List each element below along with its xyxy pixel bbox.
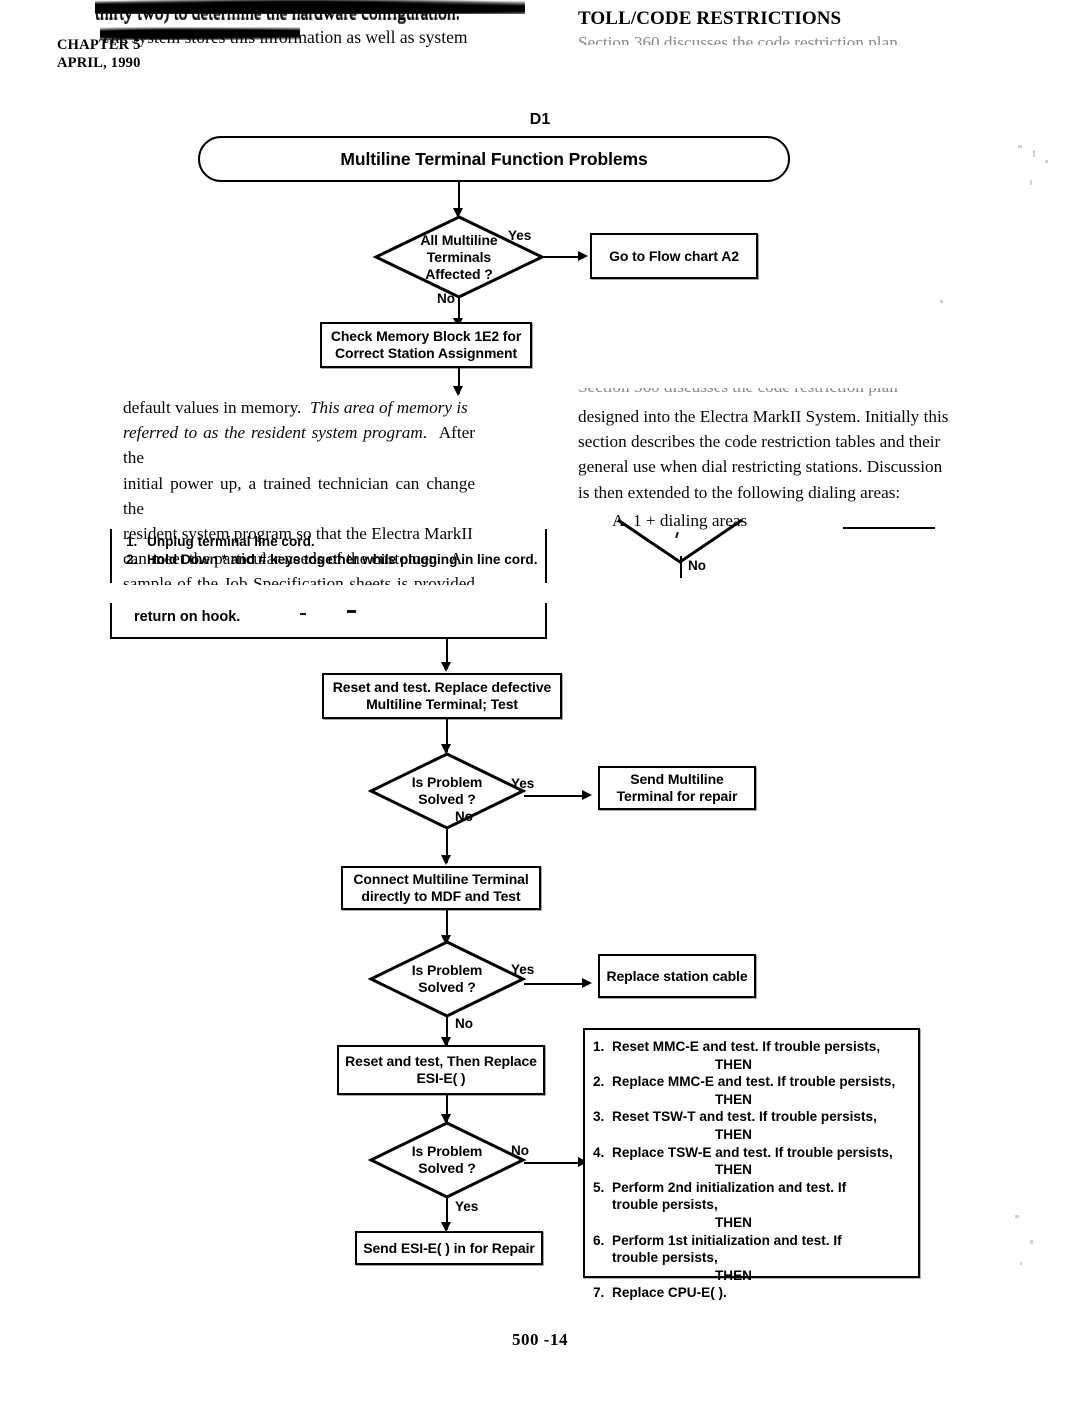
connector [524, 1162, 582, 1164]
then-label: THEN [714, 1267, 752, 1283]
note-box-return-on-hook: return on hook. [110, 603, 547, 639]
edge-label-yes-3: Yes [511, 962, 535, 977]
body-line: designed into the Electra MarkII System.… [578, 407, 949, 426]
right-body-line-clipped: Section 360 discusses the code restricti… [578, 388, 1030, 401]
flowchart-title: Multiline Terminal Function Problems [340, 148, 648, 169]
decision-is-problem-solved-2: Is Problem Solved ? [367, 940, 527, 1018]
arrowhead [582, 790, 592, 800]
chapter-label: CHAPTER 5 [57, 37, 141, 53]
horizontal-rule-artifact [843, 527, 935, 529]
scan-smudge [95, 0, 525, 14]
then-label: THEN [714, 1091, 752, 1107]
body-line: general use when dial restricting statio… [578, 457, 943, 477]
note-box-unplug-instructions: 1. Unplug terminal line cord. 2. Hold Do… [110, 529, 547, 583]
connector [524, 795, 586, 797]
scan-speck [940, 300, 943, 303]
date-label: APRIL, 1990 [57, 55, 141, 71]
body-line: referred to as the resident system progr… [123, 423, 476, 468]
send-esi-for-repair-box: Send ESI-E( ) in for Repair [355, 1231, 543, 1265]
chart-id-label: D1 [529, 111, 551, 128]
connector [541, 256, 582, 258]
document-page: thirty two) to determine the hardware co… [0, 0, 1080, 1407]
then-label: THEN [714, 1214, 752, 1230]
scan-speck [1033, 150, 1035, 157]
body-line: default values in memory. This area of m… [123, 398, 468, 417]
procedure-item: 6. Perform 1st initialization and test. … [593, 1232, 842, 1266]
flowchart-start-terminator: Multiline Terminal Function Problems [198, 136, 790, 182]
replace-station-cable-box: Replace station cable [598, 954, 756, 998]
note-text: return on hook. [134, 609, 241, 625]
edge-label-no-2: No [455, 809, 473, 824]
decision-is-problem-solved-3: Is Problem Solved ? [367, 1121, 527, 1199]
then-label: THEN [714, 1162, 752, 1178]
scan-speck [1045, 160, 1048, 163]
edge-label-no-4: No [511, 1143, 529, 1158]
edge-label-yes-4: Yes [455, 1199, 479, 1214]
procedure-item: 7. Replace CPU-E( ). [593, 1285, 727, 1301]
scan-speck [1030, 180, 1032, 185]
toll-faded-line: Section 360 discusses the code restricti… [578, 33, 898, 45]
procedure-steps-panel: 1. Reset MMC-E and test. If trouble pers… [583, 1028, 920, 1300]
connector [524, 983, 586, 985]
list-item: 2. Hold Down * and # keys together while… [126, 551, 538, 567]
edge-label-yes-1: Yes [508, 228, 532, 243]
arrowhead [578, 251, 588, 261]
body-line: initial power up, a trained technician c… [123, 473, 475, 518]
list-item: 1. Unplug terminal line cord. [126, 534, 315, 549]
scan-speck [523, 556, 526, 559]
edge-label-yes-2: Yes [511, 776, 535, 791]
then-label: THEN [714, 1056, 752, 1072]
edge-label-no-artifact: No [688, 558, 706, 573]
procedure-item: 2. Replace MMC-E and test. If trouble pe… [593, 1074, 896, 1090]
arrowhead [441, 662, 451, 672]
arrowhead [441, 855, 451, 865]
edge-label-no-3: No [455, 1016, 473, 1031]
connect-multiline-mdf-box: Connect Multiline Terminal directly to M… [341, 866, 541, 910]
scan-speck [1030, 1240, 1033, 1244]
connector [680, 556, 682, 578]
scan-speck [1015, 1215, 1019, 1218]
procedure-item: 5. Perform 2nd initialization and test. … [593, 1179, 847, 1213]
send-multiline-terminal-repair-box: Send Multiline Terminal for repair [598, 766, 756, 810]
reset-test-replace-defective-box: Reset and test. Replace defective Multil… [322, 673, 562, 719]
check-memory-block-box: Check Memory Block 1E2 for Correct Stati… [320, 322, 532, 368]
scan-tick [300, 613, 306, 615]
edge-label-no-1: No [437, 291, 455, 306]
then-label: THEN [714, 1126, 752, 1142]
right-body-paragraph: designed into the Electra MarkII System.… [578, 404, 1030, 505]
scan-speck [1020, 1262, 1022, 1265]
procedure-item: 3. Reset TSW-T and test. If trouble pers… [593, 1109, 877, 1125]
note-list: 1. Unplug terminal line cord. 2. Hold Do… [112, 529, 545, 568]
reset-test-replace-esi-box: Reset and test, Then Replace ESI-E( ) [337, 1045, 545, 1095]
toll-code-restrictions-heading: TOLL/CODE RESTRICTIONS [578, 8, 842, 29]
scan-tick [347, 610, 356, 613]
body-line: is then extended to the following dialin… [578, 482, 901, 502]
page-footer: 500 -14 [512, 1330, 568, 1349]
body-line: section describes the code restriction t… [578, 432, 941, 452]
goto-flowchart-a2-box: Go to Flow chart A2 [590, 233, 758, 279]
scan-speck [1018, 145, 1022, 148]
decision-is-problem-solved-1: Is Problem Solved ? [367, 752, 527, 830]
procedure-item: 1. Reset MMC-E and test. If trouble pers… [593, 1039, 881, 1054]
half-diamond-artifact [614, 518, 744, 568]
procedure-item: 4. Replace TSW-E and test. If trouble pe… [593, 1144, 893, 1160]
arrowhead [582, 978, 592, 988]
